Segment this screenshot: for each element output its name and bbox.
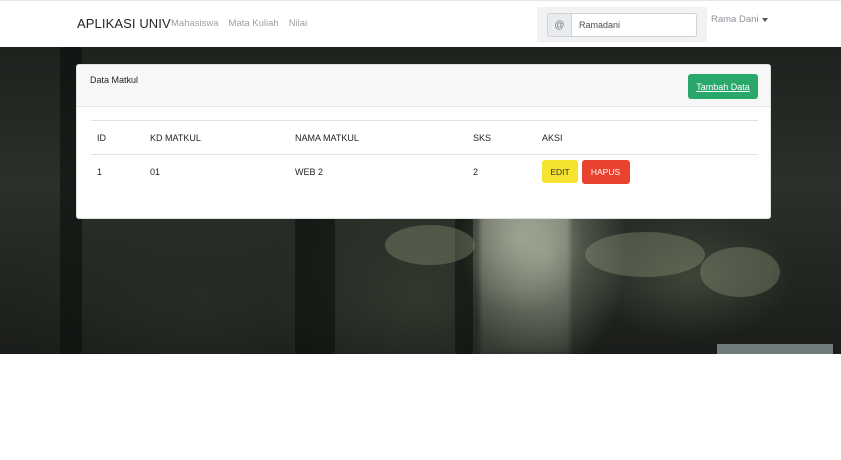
navbar: APLIKASI UNIV Mahasiswa Mata Kuliah Nila… bbox=[0, 0, 841, 47]
data-matkul-card: Data Matkul Tambah Data ID KD MATKUL NAM… bbox=[76, 64, 771, 219]
light-beam-shape bbox=[480, 197, 570, 354]
at-icon: @ bbox=[547, 13, 571, 37]
card-header: Data Matkul Tambah Data bbox=[77, 65, 770, 107]
column-header-sks: SKS bbox=[467, 120, 536, 155]
column-header-nama-matkul: NAMA MATKUL bbox=[289, 120, 467, 155]
edit-button[interactable]: EDIT bbox=[542, 160, 578, 184]
user-name: Rama Dani bbox=[711, 14, 759, 25]
cell-kd-matkul: 01 bbox=[150, 166, 161, 177]
brand-title[interactable]: APLIKASI UNIV bbox=[77, 16, 171, 31]
foliage-shape bbox=[700, 247, 780, 297]
cell-nama-matkul: WEB 2 bbox=[295, 166, 324, 177]
cell-sks: 2 bbox=[473, 166, 479, 177]
corner-thumbnail bbox=[717, 344, 833, 354]
search-group: @ bbox=[537, 7, 707, 42]
foliage-shape bbox=[585, 232, 705, 277]
foliage-shape bbox=[385, 225, 475, 265]
cell-id: 1 bbox=[97, 166, 103, 177]
user-menu-dropdown[interactable]: Rama Dani bbox=[711, 14, 768, 25]
nav-link-mata-kuliah[interactable]: Mata Kuliah bbox=[229, 18, 279, 29]
column-header-kd-matkul: KD MATKUL bbox=[144, 120, 289, 155]
column-header-aksi: AKSI bbox=[536, 120, 758, 155]
card-title: Data Matkul bbox=[90, 75, 139, 85]
matkul-table: ID KD MATKUL NAMA MATKUL SKS AKSI 1 01 W… bbox=[91, 120, 758, 189]
nav-link-nilai[interactable]: Nilai bbox=[289, 18, 307, 29]
caret-down-icon bbox=[761, 18, 768, 22]
column-header-id: ID bbox=[91, 120, 144, 155]
search-input[interactable] bbox=[571, 13, 697, 37]
table-header-row: ID KD MATKUL NAMA MATKUL SKS AKSI bbox=[91, 120, 758, 155]
table-row: 1 01 WEB 2 2 EDIT HAPUS bbox=[91, 155, 758, 189]
cell-aksi: EDIT HAPUS bbox=[536, 155, 758, 189]
delete-button[interactable]: HAPUS bbox=[581, 159, 630, 184]
nav-links: Mahasiswa Mata Kuliah Nilai bbox=[171, 18, 307, 29]
nav-link-mahasiswa[interactable]: Mahasiswa bbox=[171, 18, 219, 29]
add-data-button[interactable]: Tambah Data bbox=[688, 74, 758, 99]
